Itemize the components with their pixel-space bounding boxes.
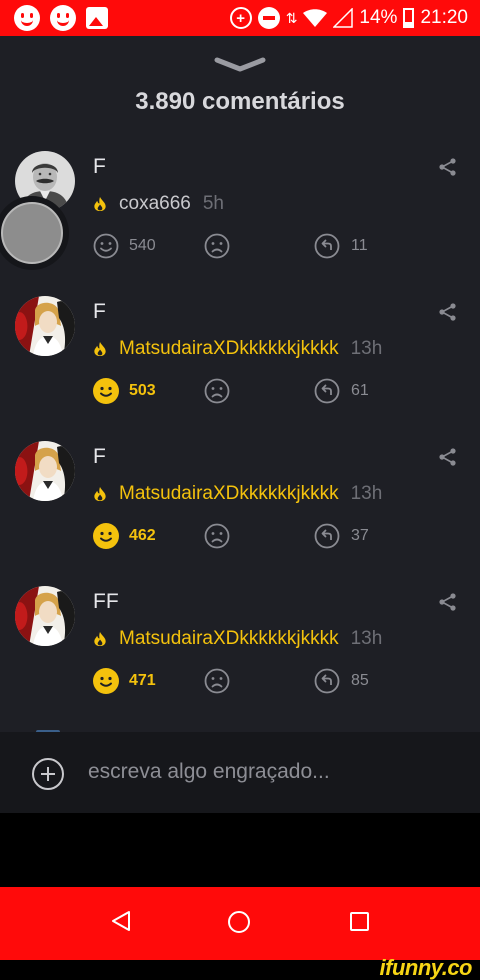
reply-count: 61 (351, 382, 369, 399)
avatar[interactable] (15, 441, 75, 501)
reply-icon[interactable] (314, 378, 340, 404)
flame-icon (94, 486, 106, 502)
flame-icon (94, 341, 106, 357)
sad-icon[interactable] (204, 233, 230, 259)
battery-percent: 14% (359, 7, 398, 28)
author-name[interactable]: MatsudairaXDkkkkkkjkkkk (119, 483, 339, 505)
reply-icon[interactable] (314, 668, 340, 694)
comment-time: 13h (350, 338, 383, 359)
avatar[interactable] (15, 586, 75, 646)
comment-input-placeholder[interactable]: escreva algo engraçado... (88, 760, 330, 784)
comment-actions: 471 85 (93, 668, 393, 696)
smile-icon[interactable] (93, 233, 119, 259)
chevron-down-icon[interactable] (213, 56, 267, 74)
home-icon[interactable] (228, 911, 250, 933)
comment-text: F (93, 155, 106, 178)
reply-icon[interactable] (314, 523, 340, 549)
reply-count: 37 (351, 527, 369, 544)
like-count: 462 (129, 527, 156, 544)
battery-icon (403, 8, 415, 28)
comment-actions: 462 37 (93, 523, 393, 551)
notification-icons (14, 5, 108, 31)
comment-item: F MatsudairaXDkkkkkkjkkkk 13h 462 37 (0, 441, 480, 581)
sad-icon[interactable] (204, 378, 230, 404)
recent-apps-icon[interactable] (350, 912, 369, 931)
reply-icon[interactable] (314, 233, 340, 259)
share-icon[interactable] (438, 592, 458, 612)
keyboard-gap (0, 813, 480, 887)
author-name[interactable]: MatsudairaXDkkkkkkjkkkk (119, 338, 339, 360)
comments-count-title: 3.890 comentários (135, 88, 345, 115)
smiley-notification-icon (14, 5, 40, 31)
status-bar: + ⇅ 14% 21:20 (0, 0, 480, 36)
author-row: MatsudairaXDkkkkkkjkkkk 13h (93, 338, 382, 360)
author-row: MatsudairaXDkkkkkkjkkkk 13h (93, 628, 382, 650)
like-count: 540 (129, 237, 156, 254)
like-count: 471 (129, 672, 156, 689)
share-icon[interactable] (438, 447, 458, 467)
comment-item: FF MatsudairaXDkkkkkkjkkkk 13h 471 85 (0, 586, 480, 726)
author-row: MatsudairaXDkkkkkkjkkkk 13h (93, 483, 382, 505)
avatar[interactable] (15, 296, 75, 356)
comment-actions: 540 11 (93, 233, 393, 261)
author-name[interactable]: coxa666 (119, 193, 191, 215)
author-row: coxa666 5h (93, 193, 224, 215)
plus-circle-icon[interactable] (32, 758, 64, 790)
smiley-notification-icon (50, 5, 76, 31)
smile-icon[interactable] (93, 378, 119, 404)
flame-icon (94, 631, 106, 647)
comment-item: F coxa666 5h 540 11 (0, 151, 480, 291)
comment-text: FF (93, 590, 119, 613)
sad-icon[interactable] (204, 668, 230, 694)
reply-count: 85 (351, 672, 369, 689)
comment-text: F (93, 445, 106, 468)
comment-actions: 503 61 (93, 378, 393, 406)
comment-text: F (93, 300, 106, 323)
author-name[interactable]: MatsudairaXDkkkkkkjkkkk (119, 628, 339, 650)
flame-icon (94, 196, 106, 212)
comment-time: 13h (350, 483, 383, 504)
system-indicators: + ⇅ 14% 21:20 (229, 7, 468, 29)
smile-icon[interactable] (93, 668, 119, 694)
wifi-icon (303, 9, 328, 27)
like-count: 503 (129, 382, 156, 399)
sad-icon[interactable] (204, 523, 230, 549)
system-nav-bar (0, 887, 480, 960)
gallery-notification-icon (86, 7, 108, 29)
comment-time: 5h (202, 193, 224, 214)
location-icon: + (229, 7, 252, 29)
do-not-disturb-icon (257, 7, 280, 29)
share-icon[interactable] (438, 302, 458, 322)
comment-time: 13h (350, 628, 383, 649)
back-icon[interactable] (110, 909, 132, 933)
share-icon[interactable] (438, 157, 458, 177)
smile-icon[interactable] (93, 523, 119, 549)
ifunny-watermark: ifunny.co (379, 955, 473, 980)
clock: 21:20 (420, 7, 468, 28)
data-transfer-icon: ⇅ (285, 9, 298, 26)
signal-icon (333, 8, 354, 28)
comment-item: F MatsudairaXDkkkkkkjkkkk 13h 503 61 (0, 296, 480, 436)
comments-sheet: 3.890 comentários F coxa666 5h 540 11 F … (0, 36, 480, 813)
reply-count: 11 (351, 237, 368, 254)
